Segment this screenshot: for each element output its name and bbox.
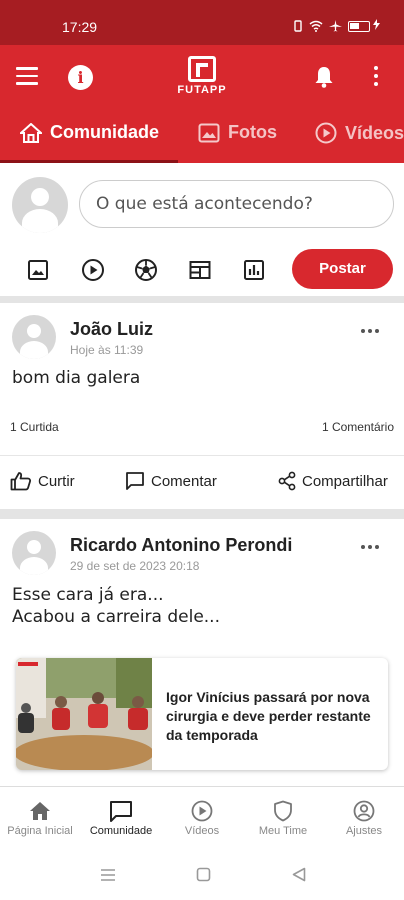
divider <box>0 509 404 519</box>
nav-label: Comunidade <box>89 825 153 837</box>
post-text: bom dia galera <box>12 368 141 388</box>
comment-count[interactable]: 1 Comentário <box>322 420 394 434</box>
logo-mark <box>188 56 216 82</box>
post-card: João Luiz Hoje às 11:39 bom dia galera 1… <box>0 303 404 509</box>
wifi-icon <box>309 20 323 32</box>
home-icon <box>20 122 42 143</box>
app-bar: i FUTAPP <box>0 45 404 110</box>
charging-icon <box>373 19 380 30</box>
bell-icon[interactable] <box>313 65 335 89</box>
home-icon <box>30 802 50 820</box>
post-date: 29 de set de 2023 20:18 <box>70 559 200 573</box>
post-composer: O que está acontecendo? Postar <box>0 163 404 296</box>
system-navigation-bar <box>0 849 404 900</box>
avatar[interactable] <box>12 531 56 575</box>
like-count[interactable]: 1 Curtida <box>10 420 59 434</box>
comment-label: Comentar <box>151 472 217 490</box>
nav-meu-time[interactable]: Meu Time <box>243 799 323 837</box>
like-button[interactable]: Curtir <box>10 471 75 491</box>
airplane-icon <box>329 20 342 32</box>
divider <box>0 455 404 456</box>
share-icon <box>278 471 296 491</box>
app-logo: FUTAPP <box>166 56 238 96</box>
logo-text: FUTAPP <box>177 84 227 96</box>
lineup-icon[interactable] <box>188 258 212 282</box>
system-icons <box>293 20 370 32</box>
thumbs-up-icon <box>10 472 32 491</box>
play-circle-icon <box>315 122 337 144</box>
post-more-icon[interactable] <box>361 545 379 549</box>
post-more-icon[interactable] <box>361 329 379 333</box>
play-icon[interactable] <box>81 258 105 282</box>
nav-comunidade[interactable]: Comunidade <box>81 799 161 837</box>
post-text-line: Acabou a carreira dele... <box>12 607 220 627</box>
post-text-line: Esse cara já era... <box>12 585 164 605</box>
poll-icon[interactable] <box>242 258 266 282</box>
status-bar: 17:29 <box>0 0 404 45</box>
comment-button[interactable]: Comentar <box>125 471 217 491</box>
profile-icon <box>353 800 375 822</box>
post-input[interactable]: O que está acontecendo? <box>79 180 394 228</box>
vibrate-icon <box>294 20 302 32</box>
photo-icon <box>198 123 220 142</box>
tab-label: Vídeos <box>345 122 404 143</box>
share-label: Compartilhar <box>302 472 388 490</box>
divider <box>0 296 404 303</box>
post-author[interactable]: João Luiz <box>70 319 153 340</box>
post-date: Hoje às 11:39 <box>70 343 144 357</box>
avatar[interactable] <box>12 315 56 359</box>
news-thumbnail <box>16 658 152 770</box>
info-icon[interactable]: i <box>68 65 93 90</box>
battery-icon <box>348 20 370 32</box>
link-preview-card[interactable]: Igor Vinícius passará por nova cirurgia … <box>16 658 388 770</box>
tab-comunidade[interactable]: Comunidade <box>20 122 159 143</box>
share-button[interactable]: Compartilhar <box>278 471 388 491</box>
tab-label: Fotos <box>228 122 277 142</box>
nav-pagina-inicial[interactable]: Página Inicial <box>0 799 80 837</box>
home-square-icon[interactable] <box>196 867 211 882</box>
nav-label: Vídeos <box>184 825 220 837</box>
nav-ajustes[interactable]: Ajustes <box>324 799 404 837</box>
image-icon[interactable] <box>26 258 50 282</box>
post-card: Ricardo Antonino Perondi 29 de set de 20… <box>0 519 404 786</box>
shield-icon <box>274 800 292 822</box>
tab-label: Comunidade <box>50 122 160 142</box>
post-author[interactable]: Ricardo Antonino Perondi <box>70 535 292 556</box>
like-label: Curtir <box>38 472 75 490</box>
soccer-ball-icon[interactable] <box>134 258 158 282</box>
play-icon <box>191 800 213 822</box>
status-time: 17:29 <box>62 19 98 35</box>
comment-icon <box>126 472 144 490</box>
bottom-navigation: Página Inicial Comunidade Vídeos Meu Tim… <box>0 786 404 849</box>
menu-icon[interactable] <box>16 67 38 85</box>
back-icon[interactable] <box>292 867 306 882</box>
tab-bar: Comunidade Fotos Vídeos <box>0 110 404 163</box>
nav-label: Ajustes <box>345 825 383 837</box>
avatar <box>12 177 68 233</box>
recents-menu-icon[interactable] <box>100 868 116 882</box>
nav-videos[interactable]: Vídeos <box>162 799 242 837</box>
nav-label: Meu Time <box>258 825 308 837</box>
more-options-icon[interactable] <box>372 66 380 90</box>
nav-label: Página Inicial <box>7 825 73 837</box>
link-title: Igor Vinícius passará por nova cirurgia … <box>166 689 371 743</box>
chat-icon <box>110 801 132 822</box>
tab-videos[interactable]: Vídeos <box>315 122 404 144</box>
tab-fotos[interactable]: Fotos <box>198 122 277 143</box>
post-button[interactable]: Postar <box>292 249 393 289</box>
